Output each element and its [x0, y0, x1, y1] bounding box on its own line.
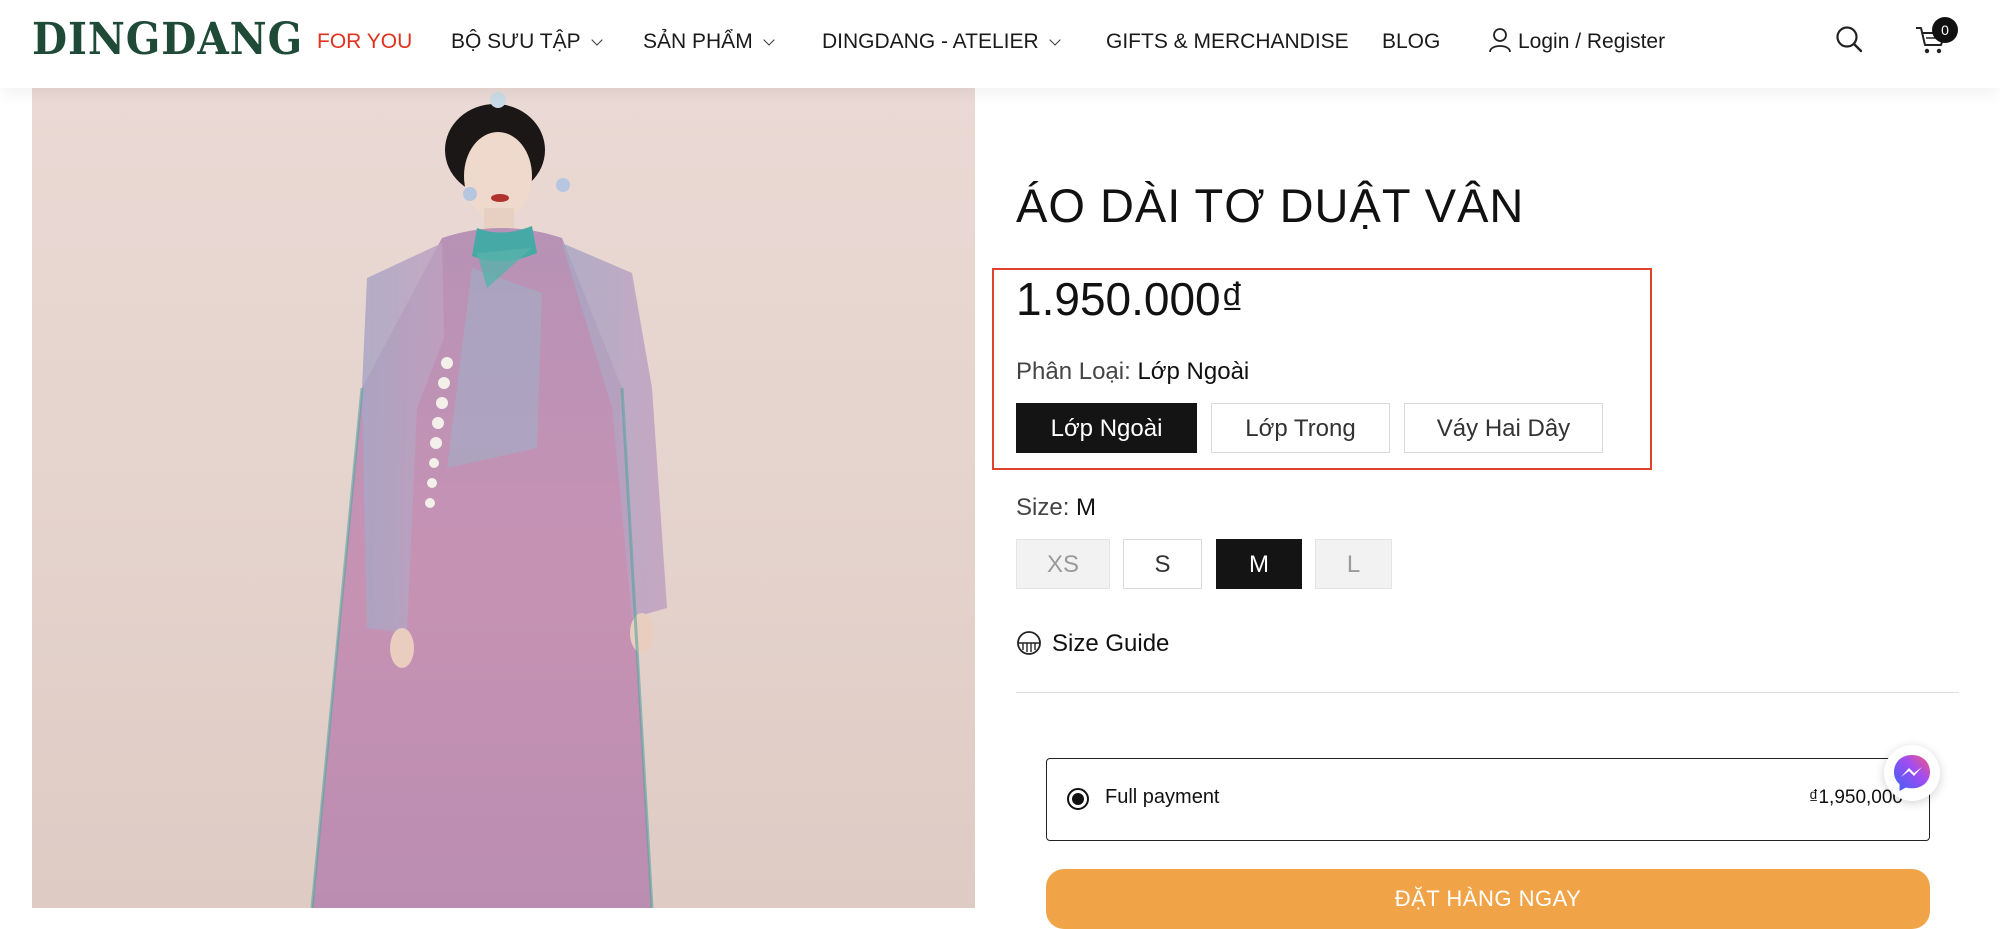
messenger-icon	[1894, 755, 1930, 791]
divider	[1016, 692, 1959, 693]
nav-atelier[interactable]: DINGDANG - ATELIER	[822, 28, 1061, 56]
nav-label: DINGDANG - ATELIER	[822, 30, 1039, 53]
chevron-down-icon	[1048, 34, 1061, 46]
variant-option-inner[interactable]: Lớp Trong	[1211, 403, 1390, 453]
nav-collections[interactable]: BỘ SƯU TẬP	[451, 28, 603, 56]
cart-count-badge: 0	[1932, 17, 1958, 43]
model-figure	[310, 92, 667, 908]
login-register-link[interactable]: Login / Register	[1488, 28, 1665, 56]
nav-label: SẢN PHẨM	[643, 30, 753, 53]
product-image[interactable]	[32, 88, 975, 908]
messenger-chat-button[interactable]	[1884, 745, 1940, 801]
product-price: 1.950.000₫	[1016, 273, 1245, 325]
login-label: Login / Register	[1518, 30, 1666, 53]
variant-selected: Lớp Ngoài	[1137, 358, 1250, 385]
payment-radio[interactable]	[1067, 788, 1089, 810]
size-selected: M	[1076, 494, 1097, 521]
product-title: ÁO DÀI TƠ DUẬT VÂN	[1016, 179, 1525, 232]
variant-option-outer[interactable]: Lớp Ngoài	[1016, 403, 1197, 453]
size-label-row: Size: M	[1016, 494, 1096, 522]
variant-label-row: Phân Loại: Lớp Ngoài	[1016, 358, 1249, 386]
nav-label: BỘ SƯU TẬP	[451, 30, 581, 53]
size-option-xs[interactable]: XS	[1016, 539, 1110, 589]
user-icon	[1489, 28, 1511, 53]
chevron-down-icon	[590, 34, 603, 46]
size-guide-label: Size Guide	[1052, 630, 1170, 657]
brand-logo[interactable]: DINGDANG	[32, 16, 303, 64]
nav-gifts[interactable]: GIFTS & MERCHANDISE	[1106, 28, 1349, 56]
payment-label: Full payment	[1105, 786, 1220, 808]
nav-for-you[interactable]: FOR YOU	[317, 28, 412, 56]
nav-label: BLOG	[1382, 30, 1441, 53]
order-now-button[interactable]: ĐẶT HÀNG NGAY	[1046, 869, 1930, 929]
nav-label: FOR YOU	[317, 30, 413, 53]
variant-option-slip-dress[interactable]: Váy Hai Dây	[1404, 403, 1603, 453]
nav-blog[interactable]: BLOG	[1382, 28, 1440, 56]
variant-label: Phân Loại:	[1016, 358, 1131, 385]
site-header: DINGDANG FOR YOU BỘ SƯU TẬP SẢN PHẨM DIN…	[0, 0, 2000, 88]
search-icon[interactable]	[1835, 24, 1863, 54]
size-option-l[interactable]: L	[1315, 539, 1392, 589]
ruler-icon	[1017, 630, 1041, 655]
size-option-m[interactable]: M	[1216, 539, 1302, 589]
nav-products[interactable]: SẢN PHẨM	[643, 28, 775, 56]
chevron-down-icon	[763, 34, 775, 46]
size-guide-link[interactable]: Size Guide	[1016, 628, 1169, 660]
size-option-s[interactable]: S	[1123, 539, 1202, 589]
nav-label: GIFTS & MERCHANDISE	[1106, 30, 1349, 53]
size-label: Size:	[1016, 494, 1070, 521]
payment-option-full[interactable]: Full payment ₫1,950,000	[1046, 758, 1930, 841]
